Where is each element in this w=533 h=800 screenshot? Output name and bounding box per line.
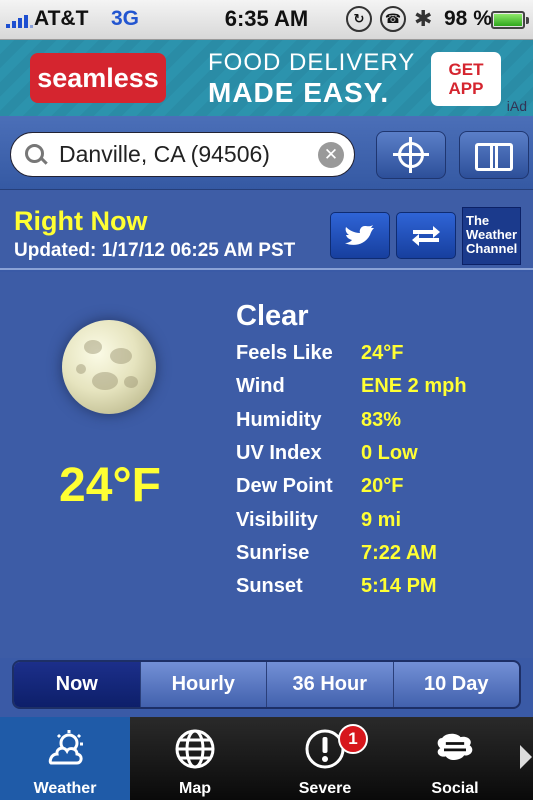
current-conditions: 24°F Clear Feels Like 24°F Wind ENE 2 mph … (0, 272, 533, 658)
detail-label: Dew Point (236, 475, 333, 497)
battery-percent: 98 % (444, 7, 492, 30)
tab-social[interactable]: Social (390, 717, 520, 800)
bottom-tab-bar: Weather Map Severe Social (0, 717, 533, 800)
ad-headline-2: MADE EASY. (208, 77, 390, 108)
detail-label: Feels Like (236, 342, 333, 364)
bluetooth-icon: ✱ (414, 6, 433, 31)
search-input[interactable]: Danville, CA (94506) (59, 141, 318, 168)
detail-value: ENE 2 mph (361, 375, 467, 397)
rotation-lock-icon: ↻ (346, 6, 372, 32)
tab-now[interactable]: Now (14, 662, 140, 707)
detail-value: 20°F (361, 475, 404, 497)
severe-alert-badge: 1 (338, 724, 368, 754)
detail-label: UV Index (236, 442, 322, 464)
detail-label: Humidity (236, 409, 322, 431)
detail-label: Wind (236, 375, 285, 397)
detail-value: 0 Low (361, 442, 418, 464)
weather-channel-logo[interactable]: The Weather Channel (462, 207, 521, 265)
right-now-header: Right Now Updated: 1/17/12 06:25 AM PST … (0, 190, 533, 270)
tab-label: Map (179, 780, 211, 797)
saved-locations-button[interactable] (459, 131, 529, 179)
swap-arrows-icon (412, 225, 440, 246)
detail-label: Visibility (236, 509, 318, 531)
globe-icon (175, 729, 215, 769)
current-temperature: 24°F (59, 459, 161, 512)
detail-value: 5:14 PM (361, 575, 437, 597)
battery-icon (491, 11, 529, 29)
tab-weather[interactable]: Weather (0, 717, 130, 800)
clear-icon[interactable]: ✕ (318, 141, 344, 168)
weather-cloud-sun-icon (48, 730, 83, 765)
section-title: Right Now (14, 206, 148, 236)
crosshair-icon (393, 137, 429, 173)
tab-10-day[interactable]: 10 Day (392, 662, 520, 707)
clear-night-moon-icon (62, 320, 156, 414)
twitter-share-button[interactable] (330, 212, 390, 259)
more-tabs-arrow-icon[interactable] (520, 745, 532, 769)
tab-map[interactable]: Map (130, 717, 260, 800)
detail-label: Sunrise (236, 542, 310, 564)
tab-label: Weather (33, 780, 97, 797)
tab-label: Severe (298, 780, 352, 797)
condition-label: Clear (236, 300, 309, 332)
search-icon (25, 143, 47, 166)
tty-icon: ☎ (380, 6, 406, 32)
updated-timestamp: Updated: 1/17/12 06:25 AM PST (14, 240, 296, 261)
swap-units-button[interactable] (396, 212, 456, 259)
search-bar: Danville, CA (94506) ✕ (0, 116, 533, 190)
forecast-segmented-control: Now Hourly 36 Hour 10 Day (12, 660, 521, 709)
detail-value: 7:22 AM (361, 542, 437, 564)
twitter-bird-icon (345, 224, 374, 245)
detail-value: 9 mi (361, 509, 402, 531)
book-icon (475, 143, 513, 171)
ad-get-app-button[interactable]: GET APP (431, 52, 501, 106)
status-bar: AT&T 3G 6:35 AM ↻ ☎ ✱ 98 % (0, 0, 533, 40)
tab-36-hour[interactable]: 36 Hour (266, 662, 393, 707)
ad-headline-1: FOOD DELIVERY (208, 49, 416, 76)
tab-hourly[interactable]: Hourly (139, 662, 267, 707)
tab-severe[interactable]: Severe (260, 717, 390, 800)
detail-label: Sunset (236, 575, 303, 597)
detail-value: 24°F (361, 342, 404, 364)
location-search-field[interactable]: Danville, CA (94506) ✕ (10, 132, 355, 177)
tab-label: Social (431, 780, 479, 797)
current-location-button[interactable] (376, 131, 446, 179)
ad-banner[interactable]: seamless FOOD DELIVERY MADE EASY. GET AP… (0, 40, 533, 116)
detail-value: 83% (361, 409, 402, 431)
ad-brand-logo: seamless (30, 53, 166, 103)
social-cloud-icon (437, 733, 473, 761)
iad-label: iAd (506, 98, 527, 114)
